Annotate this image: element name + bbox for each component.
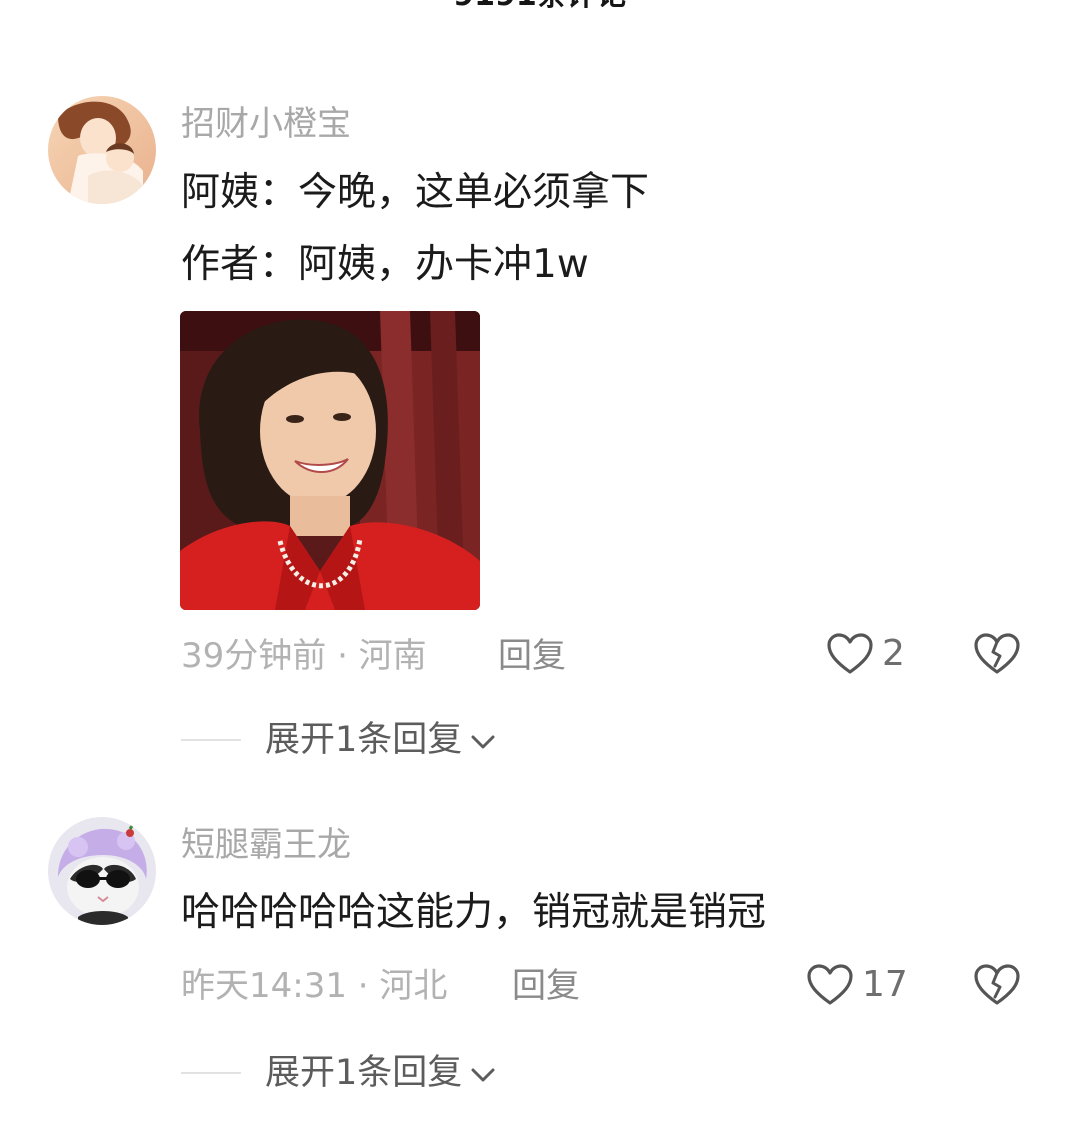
comment-text-line: 哈哈哈哈哈这能力，销冠就是销冠 — [181, 890, 767, 935]
user-avatar[interactable] — [48, 817, 156, 925]
username[interactable]: 招财小橙宝 — [181, 102, 351, 146]
dislike-button[interactable] — [973, 963, 1021, 1011]
expand-replies-label: 展开1条回复 — [265, 1053, 463, 1093]
time-location: 昨天14:31 · 河北 — [181, 966, 448, 1006]
like-count: 17 — [862, 964, 908, 1005]
like-button[interactable]: 17 — [806, 963, 908, 1007]
divider-line — [181, 1072, 241, 1074]
expand-replies-button[interactable]: 展开1条回复 — [181, 1051, 496, 1095]
reply-button[interactable]: 回复 — [512, 964, 580, 1008]
heart-icon — [827, 633, 873, 674]
broken-heart-icon — [974, 964, 1020, 1005]
username[interactable]: 短腿霸王龙 — [181, 823, 351, 867]
comment-text-line: 阿姨：今晚，这单必须拿下 — [181, 170, 650, 215]
user-avatar[interactable] — [48, 96, 156, 204]
time-location: 39分钟前 · 河南 — [181, 636, 427, 676]
reply-button[interactable]: 回复 — [498, 634, 566, 678]
divider-line — [181, 739, 241, 741]
heart-icon — [807, 964, 853, 1005]
like-count: 2 — [882, 633, 905, 674]
chevron-down-icon — [471, 735, 495, 749]
comment-text-line: 作者：阿姨，办卡冲1w — [181, 242, 589, 287]
expand-replies-label: 展开1条回复 — [265, 720, 463, 760]
expand-replies-button[interactable]: 展开1条回复 — [181, 718, 496, 762]
mother-baby-illustration-avatar-icon — [48, 96, 156, 204]
broken-heart-icon — [974, 633, 1020, 674]
like-button[interactable]: 2 — [826, 632, 905, 676]
comment-count-title: 9191条评论 — [0, 0, 1080, 14]
dislike-button[interactable] — [973, 632, 1021, 680]
chevron-down-icon — [471, 1068, 495, 1082]
comment-image[interactable] — [180, 311, 480, 610]
cat-with-sunglasses-avatar-icon — [48, 817, 156, 925]
smiling-woman-photo-icon — [180, 311, 480, 610]
